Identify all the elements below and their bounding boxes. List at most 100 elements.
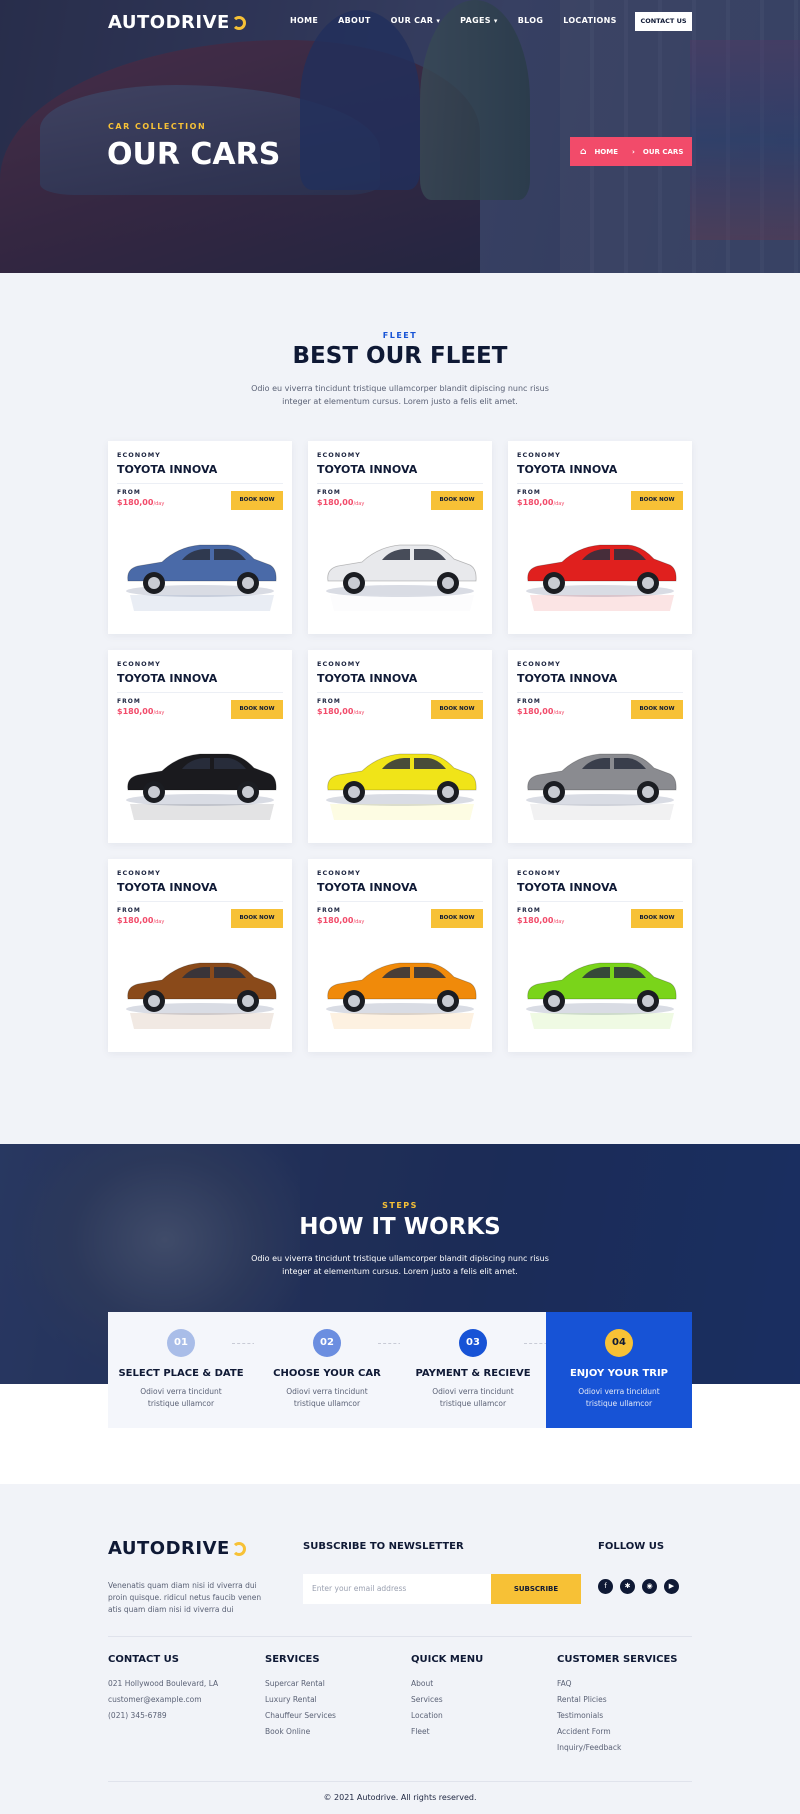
how-description: Odio eu viverra tincidunt tristique ulla…	[0, 1252, 800, 1278]
facebook-icon[interactable]: f	[598, 1579, 613, 1594]
footer-link[interactable]: Services	[411, 1695, 483, 1704]
footer-bottom-divider	[108, 1781, 692, 1782]
car-name[interactable]: TOYOTA INNOVA	[517, 672, 617, 685]
car-card: ECONOMY TOYOTA INNOVA FROM $180,00/day BOOK …	[308, 859, 492, 1052]
step-desc-line: Odiovi verra tincidunt	[286, 1387, 368, 1396]
nav-our-car[interactable]: OUR CAR ▾	[391, 16, 441, 25]
step-number: 03	[459, 1329, 487, 1357]
book-now-button[interactable]: BOOK NOW	[231, 909, 283, 928]
card-divider	[317, 692, 483, 693]
breadcrumb-current: OUR CARS	[642, 147, 684, 156]
follow-title: FOLLOW US	[598, 1541, 665, 1552]
footer-link[interactable]: Rental Plicies	[557, 1695, 678, 1704]
book-now-button[interactable]: BOOK NOW	[631, 909, 683, 928]
price-from-label: FROM	[317, 907, 341, 914]
car-category: ECONOMY	[517, 451, 561, 459]
hero-eyebrow: CAR COLLECTION	[108, 122, 207, 131]
nav-home[interactable]: HOME	[290, 16, 318, 25]
footer-link[interactable]: Inquiry/Feedback	[557, 1743, 678, 1752]
car-price: $180,00/day	[517, 707, 564, 716]
price-period: /day	[353, 919, 365, 925]
price-from-label: FROM	[117, 907, 141, 914]
book-now-button[interactable]: BOOK NOW	[431, 700, 483, 719]
car-name[interactable]: TOYOTA INNOVA	[317, 672, 417, 685]
footer-link[interactable]: Testimonials	[557, 1711, 678, 1720]
card-divider	[517, 483, 683, 484]
nav-blog[interactable]: BLOG	[518, 16, 543, 25]
car-name[interactable]: TOYOTA INNOVA	[117, 881, 217, 894]
footer-about: Venenatis quam diam nisi id viverra dui …	[108, 1580, 288, 1616]
car-reflection	[330, 804, 474, 820]
car-reflection	[530, 595, 674, 611]
car-name[interactable]: TOYOTA INNOVA	[517, 881, 617, 894]
footer-link[interactable]: About	[411, 1679, 483, 1688]
car-image	[526, 962, 677, 1029]
step-number: 01	[167, 1329, 195, 1357]
price-from-label: FROM	[117, 489, 141, 496]
price-period: /day	[153, 919, 165, 925]
header-logo[interactable]: AUTODRIVE	[108, 12, 246, 33]
price-value: $180,00	[117, 707, 154, 716]
step-desc: Odiovi verra tincidunt tristique ullamcor	[571, 1386, 667, 1410]
footer-link[interactable]: Luxury Rental	[265, 1695, 336, 1704]
car-reflection	[130, 595, 274, 611]
price-period: /day	[153, 710, 165, 716]
car-reflection	[530, 1013, 674, 1029]
book-now-button[interactable]: BOOK NOW	[631, 700, 683, 719]
nav-locations[interactable]: LOCATIONS	[563, 16, 616, 25]
price-value: $180,00	[517, 707, 554, 716]
price-from-label: FROM	[517, 489, 541, 496]
contact-email[interactable]: customer@example.com	[108, 1695, 218, 1704]
car-price: $180,00/day	[117, 707, 164, 716]
book-now-button[interactable]: BOOK NOW	[431, 491, 483, 510]
subscribe-button[interactable]: SUBSCRIBE	[491, 1574, 581, 1604]
footer-logo[interactable]: AUTODRIVE	[108, 1538, 246, 1559]
car-hub-front	[348, 786, 360, 798]
book-now-button[interactable]: BOOK NOW	[431, 909, 483, 928]
logo-ring-icon	[231, 1542, 246, 1556]
price-period: /day	[553, 919, 565, 925]
card-divider	[117, 692, 283, 693]
footer-link[interactable]: Location	[411, 1711, 483, 1720]
nav-pages[interactable]: PAGES ▾	[460, 16, 498, 25]
step-desc: Odiovi verra tincidunt tristique ullamcor	[425, 1386, 521, 1410]
breadcrumb-home[interactable]: HOME	[594, 148, 618, 156]
price-value: $180,00	[517, 916, 554, 925]
car-price: $180,00/day	[317, 498, 364, 507]
book-now-button[interactable]: BOOK NOW	[631, 491, 683, 510]
car-image	[326, 753, 477, 820]
price-from-label: FROM	[517, 907, 541, 914]
instagram-icon[interactable]: ◉	[642, 1579, 657, 1594]
car-name[interactable]: TOYOTA INNOVA	[317, 881, 417, 894]
card-divider	[117, 901, 283, 902]
car-name[interactable]: TOYOTA INNOVA	[517, 463, 617, 476]
footer-link[interactable]: Fleet	[411, 1727, 483, 1736]
price-value: $180,00	[317, 916, 354, 925]
nav-about[interactable]: ABOUT	[338, 16, 371, 25]
footer-link[interactable]: FAQ	[557, 1679, 678, 1688]
car-hub-front	[348, 577, 360, 589]
footer-link[interactable]: Supercar Rental	[265, 1679, 336, 1688]
footer-link[interactable]: Chauffeur Services	[265, 1711, 336, 1720]
contact-phone[interactable]: (021) 345-6789	[108, 1711, 218, 1720]
book-now-button[interactable]: BOOK NOW	[231, 700, 283, 719]
contact-us-button[interactable]: CONTACT US	[635, 12, 692, 31]
price-from-label: FROM	[117, 698, 141, 705]
step-desc-line: tristique ullamcor	[439, 1399, 507, 1408]
step-number: 02	[313, 1329, 341, 1357]
car-image	[326, 544, 477, 611]
step-2: 02 CHOOSE YOUR CAR Odiovi verra tincidun…	[254, 1312, 422, 1428]
step-desc-line: Odiovi verra tincidunt	[140, 1387, 222, 1396]
footer-services: SERVICES Supercar Rental Luxury Rental C…	[265, 1654, 336, 1743]
email-field[interactable]: Enter your email address	[303, 1574, 491, 1604]
car-name[interactable]: TOYOTA INNOVA	[117, 463, 217, 476]
book-now-button[interactable]: BOOK NOW	[231, 491, 283, 510]
car-category: ECONOMY	[117, 451, 161, 459]
twitter-icon[interactable]: ✱	[620, 1579, 635, 1594]
footer-link[interactable]: Accident Form	[557, 1727, 678, 1736]
car-name[interactable]: TOYOTA INNOVA	[317, 463, 417, 476]
youtube-icon[interactable]: ▶	[664, 1579, 679, 1594]
car-hub-rear	[442, 786, 454, 798]
footer-link[interactable]: Book Online	[265, 1727, 336, 1736]
car-name[interactable]: TOYOTA INNOVA	[117, 672, 217, 685]
